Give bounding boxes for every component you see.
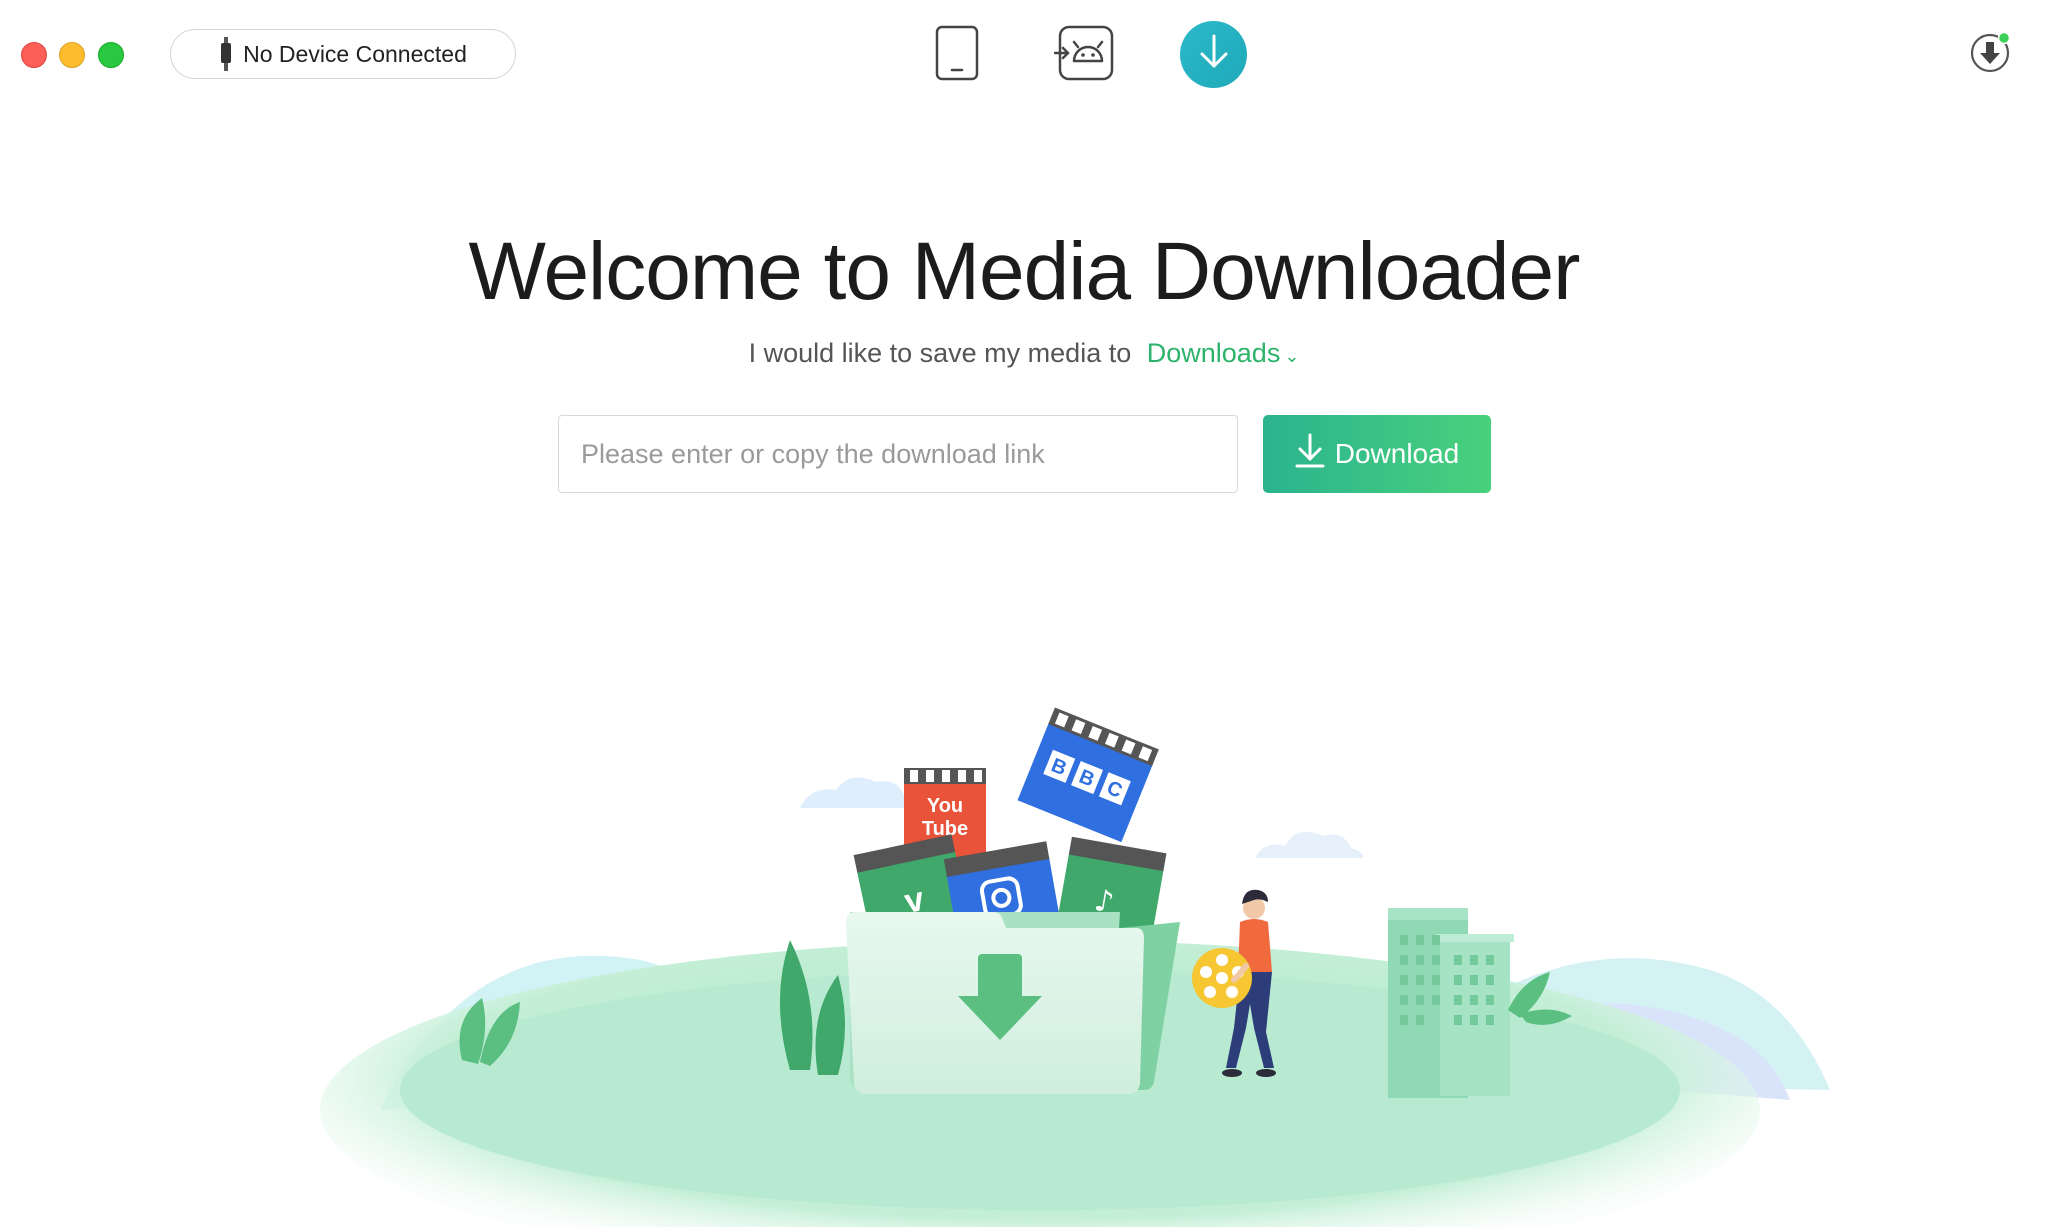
download-queue-button[interactable] (1968, 30, 2012, 79)
download-queue-icon (1968, 30, 2012, 79)
save-location-dropdown[interactable]: Downloads ⌄ (1147, 338, 1300, 368)
title-bar: No Device Connected (0, 0, 2048, 110)
download-button-label: Download (1334, 438, 1460, 469)
phone-icon (935, 25, 979, 86)
media-downloader-tab[interactable] (1180, 21, 1247, 88)
hero-illustration: You Tube BBC v ♪ (0, 690, 2048, 1232)
page-title: Welcome to Media Downloader (468, 226, 1581, 317)
film-reel (1192, 948, 1252, 1008)
download-button[interactable]: Download (1263, 415, 1491, 493)
device-status-label: No Device Connected (243, 40, 467, 67)
download-arrow-icon (1295, 433, 1325, 476)
buildings (1388, 908, 1514, 1098)
bbc-clapboard: BBC (1017, 707, 1159, 843)
cloud-left (800, 777, 919, 808)
window-minimize-button[interactable] (59, 42, 85, 68)
android-mover-tab[interactable] (1052, 22, 1118, 88)
download-link-input[interactable] (558, 415, 1238, 493)
chevron-down-icon: ⌄ (1284, 346, 1300, 366)
usb-cable-icon (219, 37, 233, 71)
save-location-value: Downloads (1146, 338, 1281, 368)
android-transfer-icon (1053, 25, 1116, 86)
download-icon (1197, 33, 1231, 76)
window-close-button[interactable] (21, 42, 47, 68)
save-location-line: I would like to save my media to Downloa… (0, 338, 2048, 369)
svg-text:You: You (927, 795, 963, 817)
device-selector[interactable]: No Device Connected (170, 29, 516, 79)
window-zoom-button[interactable] (98, 42, 124, 68)
phone-manager-tab[interactable] (924, 22, 990, 88)
cloud-right (1255, 831, 1364, 858)
save-location-prefix: I would like to save my media to (748, 338, 1132, 368)
folder (846, 912, 1180, 1094)
